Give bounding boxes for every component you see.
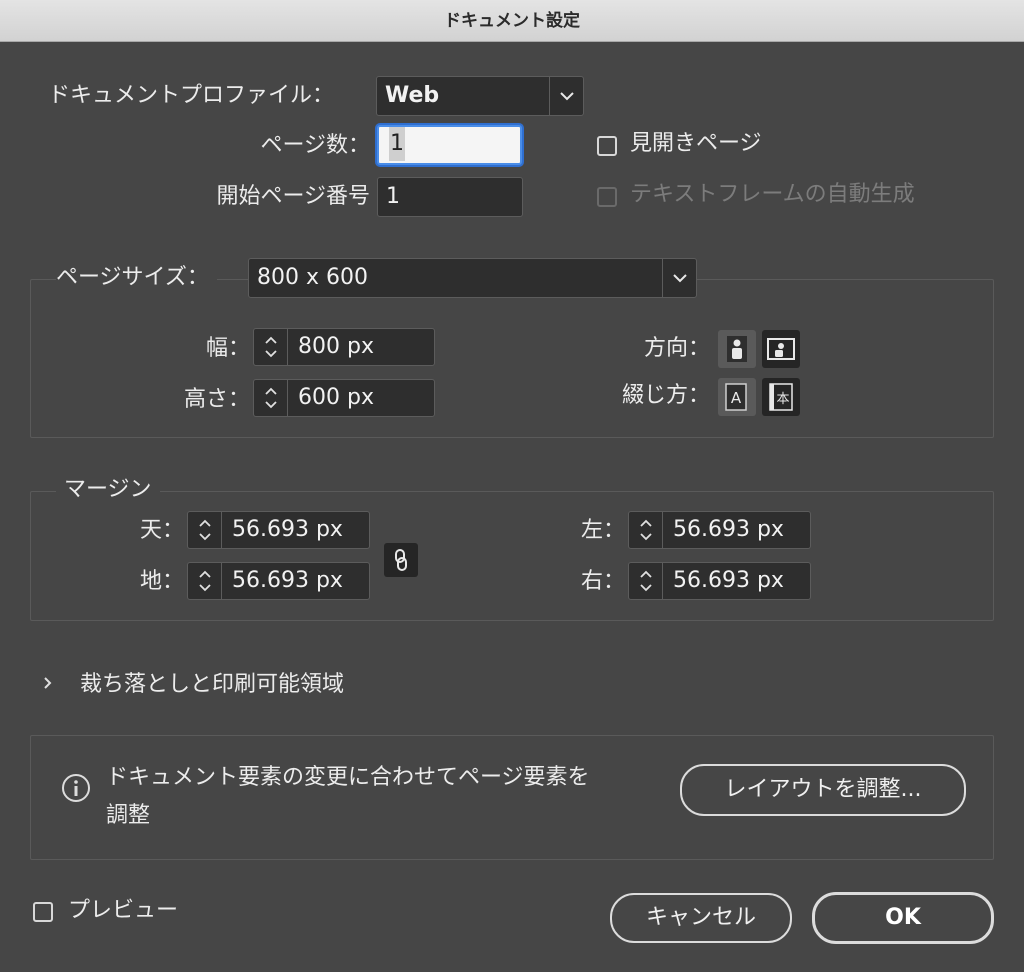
margins-label: マージン bbox=[56, 475, 160, 505]
margin-top-value[interactable]: 56.693 px bbox=[232, 512, 343, 548]
margin-top-label: 天： bbox=[139, 518, 184, 543]
margin-right-label: 右： bbox=[580, 569, 625, 594]
margin-top-stepper[interactable]: 56.693 px bbox=[187, 511, 370, 549]
document-profile-value: Web bbox=[385, 83, 440, 108]
ok-button[interactable]: OK bbox=[812, 892, 994, 944]
binding-right-glyph: 本 bbox=[776, 392, 789, 407]
chevron-right-icon[interactable] bbox=[42, 674, 58, 696]
info-icon bbox=[60, 772, 92, 804]
page-size-value: 800 x 600 bbox=[257, 265, 368, 290]
stepper-arrows-icon[interactable] bbox=[188, 512, 222, 548]
chevron-down-icon[interactable] bbox=[662, 259, 696, 297]
height-label: 高さ： bbox=[183, 387, 250, 412]
start-page-label: 開始ページ番号 bbox=[216, 184, 370, 209]
window-title: ドキュメント設定 bbox=[0, 0, 1024, 42]
chevron-down-icon[interactable] bbox=[549, 77, 583, 115]
width-label: 幅： bbox=[205, 336, 250, 361]
primary-text-frame-label: テキストフレームの自動生成 bbox=[630, 182, 915, 207]
info-text-line1: ドキュメント要素の変更に合わせてページ要素を bbox=[106, 765, 590, 790]
page-size-label: ページサイズ： bbox=[56, 263, 217, 293]
page-size-select[interactable]: 800 x 600 bbox=[248, 258, 697, 298]
facing-pages-label: 見開きページ bbox=[630, 131, 762, 156]
facing-pages-checkbox[interactable] bbox=[597, 136, 617, 156]
portrait-icon[interactable] bbox=[718, 330, 756, 368]
margin-right-stepper[interactable]: 56.693 px bbox=[628, 562, 811, 600]
document-setup-dialog: ドキュメント設定 ドキュメントプロファイル： Web ページ数： 1 見開きペー… bbox=[0, 0, 1024, 972]
binding-label: 綴じ方： bbox=[621, 383, 710, 408]
stepper-arrows-icon[interactable] bbox=[254, 329, 288, 365]
right-to-left-binding-icon[interactable]: 本 bbox=[762, 378, 800, 416]
link-margins-icon[interactable] bbox=[384, 543, 418, 577]
info-text-line2: 調整 bbox=[106, 803, 151, 828]
margin-left-stepper[interactable]: 56.693 px bbox=[628, 511, 811, 549]
height-stepper[interactable]: 600 px bbox=[253, 379, 435, 417]
stepper-arrows-icon[interactable] bbox=[254, 380, 288, 416]
page-count-value: 1 bbox=[389, 127, 405, 161]
stepper-arrows-icon[interactable] bbox=[629, 512, 663, 548]
margin-bottom-value[interactable]: 56.693 px bbox=[232, 563, 343, 599]
primary-text-frame-checkbox[interactable] bbox=[597, 187, 617, 207]
left-to-right-binding-icon[interactable]: A bbox=[718, 378, 756, 416]
binding-left-glyph: A bbox=[731, 389, 742, 407]
start-page-value: 1 bbox=[386, 184, 400, 209]
start-page-input[interactable]: 1 bbox=[377, 177, 523, 217]
document-profile-select[interactable]: Web bbox=[376, 76, 584, 116]
cancel-button[interactable]: キャンセル bbox=[610, 893, 792, 943]
orientation-label: 方向： bbox=[643, 336, 710, 361]
adjust-layout-button[interactable]: レイアウトを調整... bbox=[680, 764, 966, 816]
stepper-arrows-icon[interactable] bbox=[188, 563, 222, 599]
page-count-input[interactable]: 1 bbox=[377, 125, 522, 165]
preview-label: プレビュー bbox=[68, 898, 179, 923]
preview-checkbox[interactable] bbox=[33, 902, 53, 922]
width-value[interactable]: 800 px bbox=[298, 329, 374, 365]
margin-bottom-label: 地： bbox=[139, 569, 184, 594]
bleed-slug-toggle[interactable]: 裁ち落としと印刷可能領域 bbox=[80, 670, 344, 700]
margins-group bbox=[30, 491, 994, 621]
margin-left-value[interactable]: 56.693 px bbox=[673, 512, 784, 548]
landscape-icon[interactable] bbox=[762, 330, 800, 368]
page-count-label: ページ数： bbox=[260, 133, 370, 158]
width-stepper[interactable]: 800 px bbox=[253, 328, 435, 366]
height-value[interactable]: 600 px bbox=[298, 380, 374, 416]
margin-bottom-stepper[interactable]: 56.693 px bbox=[187, 562, 370, 600]
stepper-arrows-icon[interactable] bbox=[629, 563, 663, 599]
margin-right-value[interactable]: 56.693 px bbox=[673, 563, 784, 599]
document-profile-label: ドキュメントプロファイル： bbox=[48, 83, 335, 108]
margin-left-label: 左： bbox=[580, 518, 625, 543]
